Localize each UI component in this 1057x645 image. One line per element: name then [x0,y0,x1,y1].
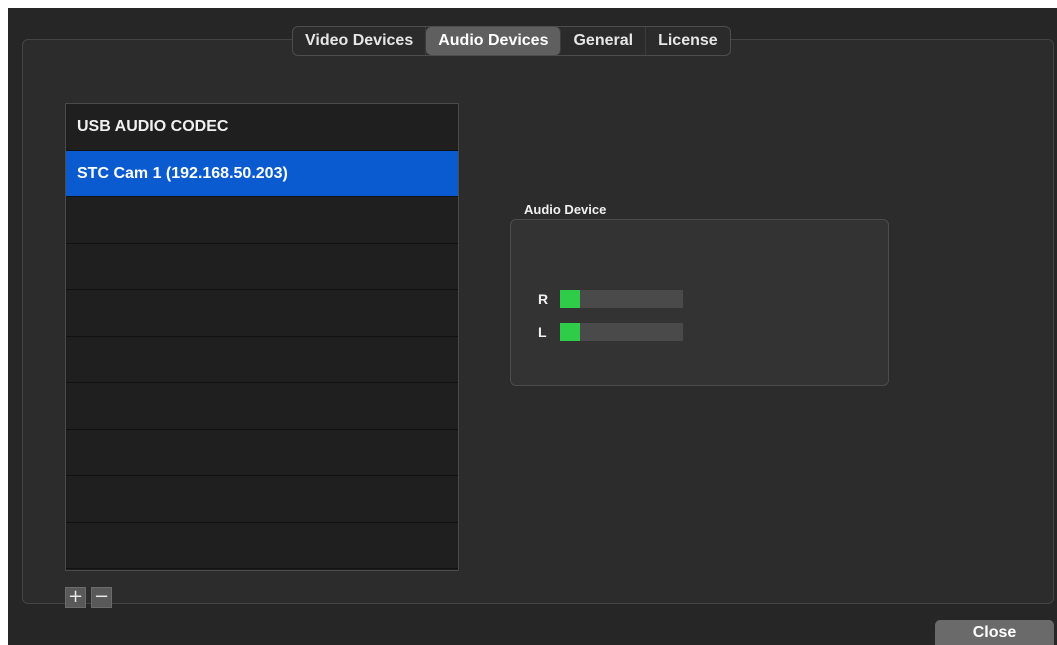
level-meter-right [560,290,683,308]
empty-list-row [66,383,458,430]
tab-license[interactable]: License [646,27,730,55]
empty-list-row [66,197,458,244]
meter-label-left: L [538,324,547,340]
meter-label-right: R [538,291,549,307]
list-item[interactable]: USB AUDIO CODEC [66,104,458,151]
level-meter-left [560,323,683,341]
tab-bar: Video Devices Audio Devices General Lice… [292,26,731,56]
device-settings-window: USB AUDIO CODEC STC Cam 1 (192.168.50.20… [8,8,1057,645]
level-meter-left-fill [560,323,580,341]
close-button[interactable]: Close [935,620,1054,645]
empty-list-row [66,523,458,569]
tab-audio-devices[interactable]: Audio Devices [426,27,562,55]
meter-row-left: L [538,323,683,341]
add-device-button[interactable]: + [65,587,86,608]
remove-device-button[interactable]: − [91,587,112,608]
empty-list-row [66,430,458,476]
tab-video-devices[interactable]: Video Devices [293,27,427,55]
tab-general[interactable]: General [561,27,647,55]
empty-list-row [66,290,458,337]
empty-list-row [66,337,458,383]
list-item-selected[interactable]: STC Cam 1 (192.168.50.203) [66,150,458,197]
audio-device-title: Audio Device [524,202,607,217]
level-meter-right-fill [560,290,580,308]
empty-list-row [66,476,458,523]
audio-device-panel: R L [510,219,889,386]
empty-list-row [66,244,458,290]
settings-panel: USB AUDIO CODEC STC Cam 1 (192.168.50.20… [22,39,1054,608]
audio-device-list[interactable]: USB AUDIO CODEC STC Cam 1 (192.168.50.20… [65,103,459,571]
meter-row-right: R [538,290,683,308]
